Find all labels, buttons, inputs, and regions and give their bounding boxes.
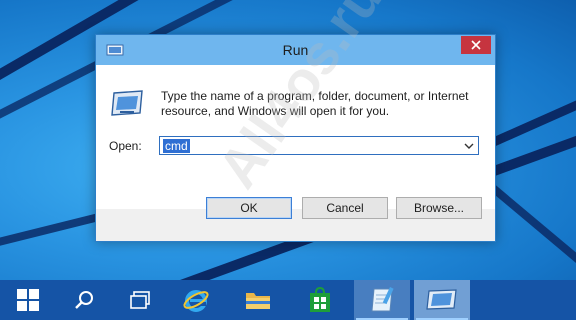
- dialog-title: Run: [282, 42, 309, 58]
- folder-icon: [246, 293, 270, 309]
- task-view-icon: [130, 291, 150, 309]
- internet-explorer-icon: [183, 290, 209, 312]
- search-icon: [75, 291, 93, 309]
- title-bar[interactable]: Run: [96, 35, 495, 65]
- command-input-value[interactable]: cmd: [163, 139, 190, 153]
- taskbar: [0, 280, 576, 320]
- cancel-button[interactable]: Cancel: [302, 197, 388, 219]
- dialog-description: Type the name of a program, folder, docu…: [161, 89, 469, 118]
- file-explorer-button[interactable]: [230, 280, 286, 320]
- task-view-button[interactable]: [112, 280, 168, 320]
- internet-explorer-button[interactable]: [168, 280, 224, 320]
- open-combobox[interactable]: cmd: [159, 136, 479, 155]
- run-icon: [111, 90, 143, 116]
- notepad-button[interactable]: [354, 280, 410, 320]
- browse-button[interactable]: Browse...: [396, 197, 482, 219]
- windows-logo-icon: [17, 289, 39, 311]
- notepad-icon: [371, 286, 394, 312]
- run-taskbar-button[interactable]: [414, 280, 470, 320]
- search-button[interactable]: [56, 280, 112, 320]
- run-dialog: Run Type the name of a program, folder, …: [95, 34, 496, 242]
- ok-button[interactable]: OK: [206, 197, 292, 219]
- close-icon: [471, 40, 481, 50]
- start-button[interactable]: [0, 280, 56, 320]
- store-icon: [310, 287, 330, 312]
- open-label: Open:: [109, 139, 142, 153]
- chevron-down-icon[interactable]: [463, 140, 475, 152]
- store-button[interactable]: [292, 280, 348, 320]
- run-icon: [426, 289, 457, 310]
- close-button[interactable]: [461, 36, 491, 54]
- dialog-body: Type the name of a program, folder, docu…: [96, 65, 495, 209]
